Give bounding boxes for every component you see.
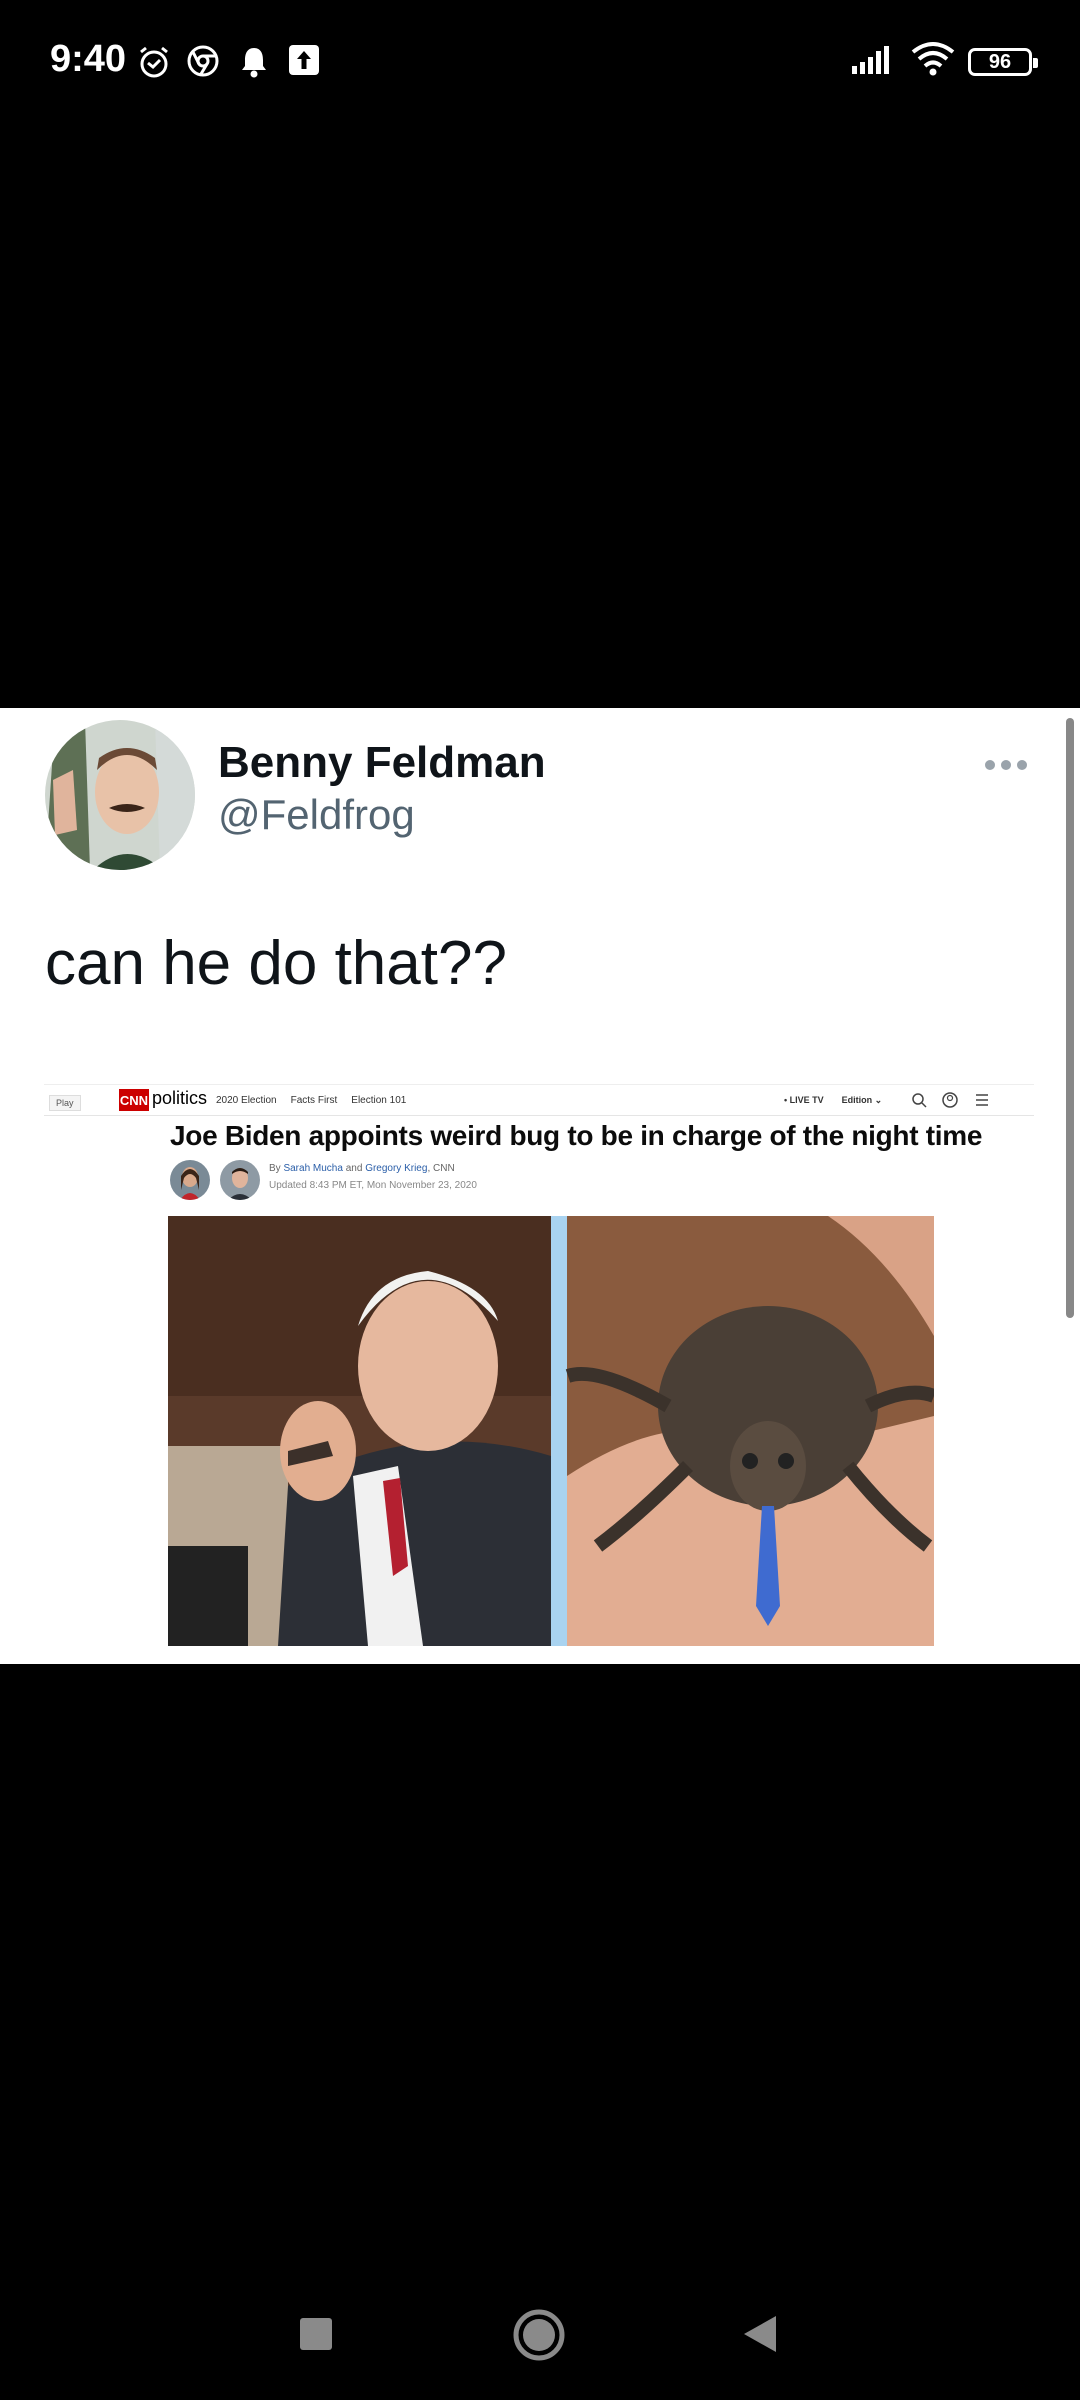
updated-timestamp: Updated 8:43 PM ET, Mon November 23, 202… bbox=[269, 1180, 477, 1191]
account-icon bbox=[942, 1092, 958, 1108]
live-tv-link: • LIVE TV bbox=[784, 1095, 824, 1105]
more-options-icon[interactable] bbox=[985, 760, 1027, 770]
recents-button[interactable] bbox=[298, 2316, 334, 2352]
article-headline: Joe Biden appoints weird bug to be in ch… bbox=[170, 1120, 983, 1151]
edition-menu: Edition ⌄ bbox=[841, 1095, 883, 1105]
nav-link: 2020 Election bbox=[216, 1095, 277, 1106]
wifi-icon bbox=[911, 42, 955, 76]
tweet-text: can he do that?? bbox=[45, 929, 507, 998]
section-label: politics bbox=[152, 1088, 208, 1108]
cnn-logo: CNN bbox=[119, 1089, 149, 1111]
notification-bell-icon bbox=[242, 48, 266, 78]
clock: 9:40 bbox=[50, 38, 127, 80]
search-icon bbox=[912, 1093, 927, 1108]
nav-links: 2020 Election Facts First Election 101 bbox=[216, 1095, 406, 1106]
author-link: Sarah Mucha bbox=[283, 1163, 343, 1174]
display-name[interactable]: Benny Feldman bbox=[218, 738, 546, 788]
byline-suffix: , CNN bbox=[427, 1163, 455, 1174]
author-link: Gregory Krieg bbox=[365, 1163, 428, 1174]
nav-link: Election 101 bbox=[351, 1095, 407, 1106]
signal-icon bbox=[852, 46, 889, 74]
byline: By Sarah Mucha and Gregory Krieg, CNN bbox=[269, 1163, 455, 1174]
upload-icon bbox=[289, 45, 319, 75]
nav-link: Facts First bbox=[290, 1095, 338, 1106]
scrollbar[interactable] bbox=[1066, 718, 1074, 1318]
nav-right: • LIVE TV Edition ⌄ bbox=[784, 1095, 882, 1106]
status-bar: 9:40 96 bbox=[0, 0, 1080, 130]
nav-icons bbox=[912, 1092, 988, 1108]
tweet-card[interactable]: Benny Feldman @Feldfrog can he do that??… bbox=[0, 708, 1080, 1664]
home-button[interactable] bbox=[512, 2308, 566, 2362]
byline-prefix: By bbox=[269, 1163, 284, 1174]
user-handle[interactable]: @Feldfrog bbox=[218, 791, 415, 839]
tweet-image[interactable]: Play CNN politics 2020 Election Facts Fi… bbox=[44, 1070, 1034, 1650]
battery-icon: 96 bbox=[968, 48, 1038, 76]
back-button[interactable] bbox=[742, 2314, 778, 2354]
author-avatar bbox=[170, 1160, 210, 1200]
author-avatar bbox=[220, 1160, 260, 1200]
play-button: Play bbox=[49, 1095, 81, 1111]
byline-and: and bbox=[342, 1163, 366, 1174]
article-nav-bar: Play CNN politics 2020 Election Facts Fi… bbox=[44, 1084, 1034, 1116]
profile-photo bbox=[45, 720, 195, 870]
menu-icon bbox=[976, 1094, 988, 1106]
avatar[interactable] bbox=[45, 720, 195, 870]
chrome-icon bbox=[187, 45, 219, 77]
article-photo bbox=[168, 1216, 934, 1646]
alarm-icon bbox=[140, 46, 168, 78]
